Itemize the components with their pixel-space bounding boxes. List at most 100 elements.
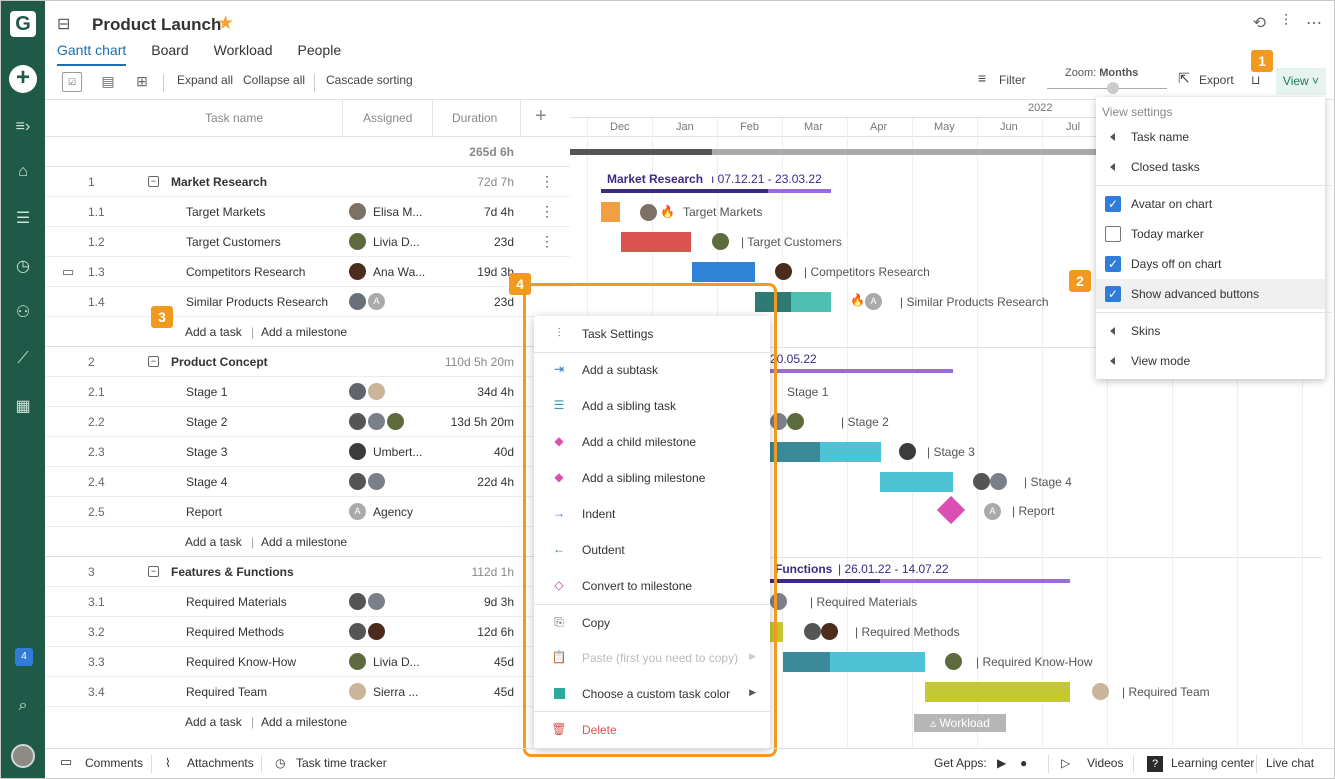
checkbox-icon[interactable]: ✓	[1105, 286, 1121, 302]
collapse-icon[interactable]: −	[148, 356, 159, 367]
table-row[interactable]: 3 − Features & Functions 112d 1h	[45, 557, 570, 587]
table-row[interactable]: 2.2 Stage 2 13d 5h 20m	[45, 407, 570, 437]
history-icon[interactable]: ⟲	[1253, 13, 1266, 33]
people-icon[interactable]: ⚇	[1, 297, 45, 327]
search-icon[interactable]: ⌕	[1, 691, 45, 721]
assignee[interactable]	[349, 413, 404, 430]
table-row[interactable]: ▭ 1.3 Competitors Research Ana Wa... 19d…	[45, 257, 570, 287]
export-icon[interactable]: ⇱	[1178, 70, 1190, 87]
cascade-sorting-button[interactable]: Cascade sorting	[326, 73, 413, 87]
export-button[interactable]: Export	[1199, 73, 1234, 87]
table-row[interactable]: 1.2 Target Customers Livia D... 23d ⋮	[45, 227, 570, 257]
add-milestone-link[interactable]: Add a milestone	[261, 715, 347, 729]
add-task-link[interactable]: Add a task	[185, 715, 242, 729]
column-task-name[interactable]: Task name	[205, 111, 263, 125]
learning-center-button[interactable]: Learning center	[1171, 756, 1254, 770]
task-bar[interactable]	[692, 262, 755, 282]
stopwatch-icon[interactable]: ◷	[275, 756, 285, 770]
google-play-icon[interactable]: ▶	[997, 756, 1006, 770]
add-task-link[interactable]: Add a task	[185, 325, 242, 339]
user-avatar[interactable]	[11, 744, 35, 768]
list-icon[interactable]: ☰	[1, 203, 45, 233]
assignee[interactable]: Sierra ...	[349, 683, 418, 700]
checkbox-icon[interactable]	[1105, 226, 1121, 242]
table-row[interactable]: 2 − Product Concept 110d 5h 20m	[45, 347, 570, 377]
table-row[interactable]: 2.5 Report A Agency	[45, 497, 570, 527]
table-row[interactable]: 2.3 Stage 3 Umbert... 40d	[45, 437, 570, 467]
row-menu-icon[interactable]: ⋮	[540, 203, 554, 220]
tab-workload[interactable]: Workload	[214, 42, 273, 66]
live-chat-button[interactable]: Live chat	[1266, 756, 1314, 770]
panel-item-avatar-on-chart[interactable]: ✓ Avatar on chart	[1096, 189, 1325, 219]
table-row[interactable]: 2.1 Stage 1 34d 4h	[45, 377, 570, 407]
add-milestone-link[interactable]: Add a milestone	[261, 325, 347, 339]
table-row[interactable]: 3.4 Required Team Sierra ... 45d	[45, 677, 570, 707]
table-row[interactable]: 2.4 Stage 4 22d 4h	[45, 467, 570, 497]
task-bar[interactable]	[601, 202, 620, 222]
column-assigned[interactable]: Assigned	[363, 111, 412, 125]
task-bar[interactable]	[925, 682, 1070, 702]
assignee[interactable]	[349, 473, 385, 490]
video-icon[interactable]: ▷	[1061, 756, 1070, 770]
hierarchy-icon[interactable]: ⊞	[132, 72, 152, 92]
panel-item-skins[interactable]: Skins	[1096, 316, 1325, 346]
table-row[interactable]: 1 − Market Research 72d 7h ⋮	[45, 167, 570, 197]
table-row[interactable]: 1.4 Similar Products Research A 23d	[45, 287, 570, 317]
table-row[interactable]: 3.2 Required Methods 12d 6h	[45, 617, 570, 647]
more-icon[interactable]: ⋯	[1306, 13, 1322, 33]
checkbox-icon[interactable]: ✓	[1105, 196, 1121, 212]
baseline-icon[interactable]: ⊔	[1251, 73, 1260, 87]
assignee[interactable]	[349, 593, 385, 610]
panel-item-today-marker[interactable]: Today marker	[1096, 219, 1325, 249]
row-menu-icon[interactable]: ⋮	[540, 233, 554, 250]
analytics-icon[interactable]: ⟋	[1, 344, 45, 374]
panel-item-days-off[interactable]: ✓ Days off on chart	[1096, 249, 1325, 279]
comments-button[interactable]: Comments	[85, 756, 143, 770]
view-button[interactable]: View ˅	[1276, 68, 1326, 95]
home-icon[interactable]: ⌂	[1, 157, 45, 187]
task-bar[interactable]	[880, 472, 953, 492]
group-summary-bar[interactable]	[770, 369, 953, 373]
create-new-button[interactable]: +	[9, 65, 37, 93]
zoom-slider-handle[interactable]	[1107, 82, 1119, 94]
attachments-button[interactable]: Attachments	[187, 756, 254, 770]
apps-grid-icon[interactable]: ▦	[1, 391, 45, 421]
task-bar[interactable]	[621, 232, 691, 252]
table-row[interactable]: 3.1 Required Materials 9d 3h	[45, 587, 570, 617]
add-milestone-link[interactable]: Add a milestone	[261, 535, 347, 549]
row-menu-icon[interactable]: ⋮	[540, 173, 554, 190]
assignee[interactable]: Ana Wa...	[349, 263, 425, 280]
assignee[interactable]: A	[349, 293, 385, 310]
table-row[interactable]: 3.3 Required Know-How Livia D... 45d	[45, 647, 570, 677]
assignee[interactable]: Umbert...	[349, 443, 422, 460]
assignee[interactable]: Elisa M...	[349, 203, 422, 220]
panel-item-advanced-buttons[interactable]: ✓ Show advanced buttons	[1096, 279, 1325, 309]
comments-icon[interactable]: ▭	[60, 754, 72, 770]
clock-icon[interactable]: ◷	[1, 251, 45, 281]
collapse-icon[interactable]: −	[148, 176, 159, 187]
apple-icon[interactable]: ●	[1020, 756, 1027, 770]
favorite-star-icon[interactable]: ★	[217, 12, 234, 35]
tab-gantt-chart[interactable]: Gantt chart	[57, 42, 127, 66]
assignee[interactable]: Livia D...	[349, 653, 420, 670]
videos-button[interactable]: Videos	[1087, 756, 1123, 770]
assignee[interactable]: A Agency	[349, 503, 413, 520]
assignee[interactable]	[349, 383, 385, 400]
table-row[interactable]: 1.1 Target Markets Elisa M... 7d 4h ⋮	[45, 197, 570, 227]
filter-button[interactable]: Filter	[999, 73, 1026, 87]
panel-item-closed-tasks[interactable]: Closed tasks	[1096, 152, 1325, 182]
panel-item-view-mode[interactable]: View mode	[1096, 346, 1325, 376]
collapse-icon[interactable]: −	[148, 566, 159, 577]
settings-sliders-icon[interactable]: ⫶	[1284, 13, 1288, 33]
expand-sidebar-icon[interactable]: ≡›	[1, 112, 45, 142]
column-duration[interactable]: Duration	[452, 111, 497, 125]
add-column-button[interactable]: +	[535, 105, 547, 128]
time-tracker-button[interactable]: Task time tracker	[296, 756, 387, 770]
workload-toggle-button[interactable]: ▵ Workload	[914, 714, 1006, 732]
checklist-icon[interactable]: ☑	[62, 72, 82, 92]
collapse-all-button[interactable]: Collapse all	[243, 73, 305, 87]
tab-board[interactable]: Board	[151, 42, 188, 66]
assignee[interactable]: Livia D...	[349, 233, 420, 250]
notifications-badge[interactable]: 4	[15, 648, 33, 666]
paperclip-icon[interactable]: ⌇	[165, 756, 171, 770]
